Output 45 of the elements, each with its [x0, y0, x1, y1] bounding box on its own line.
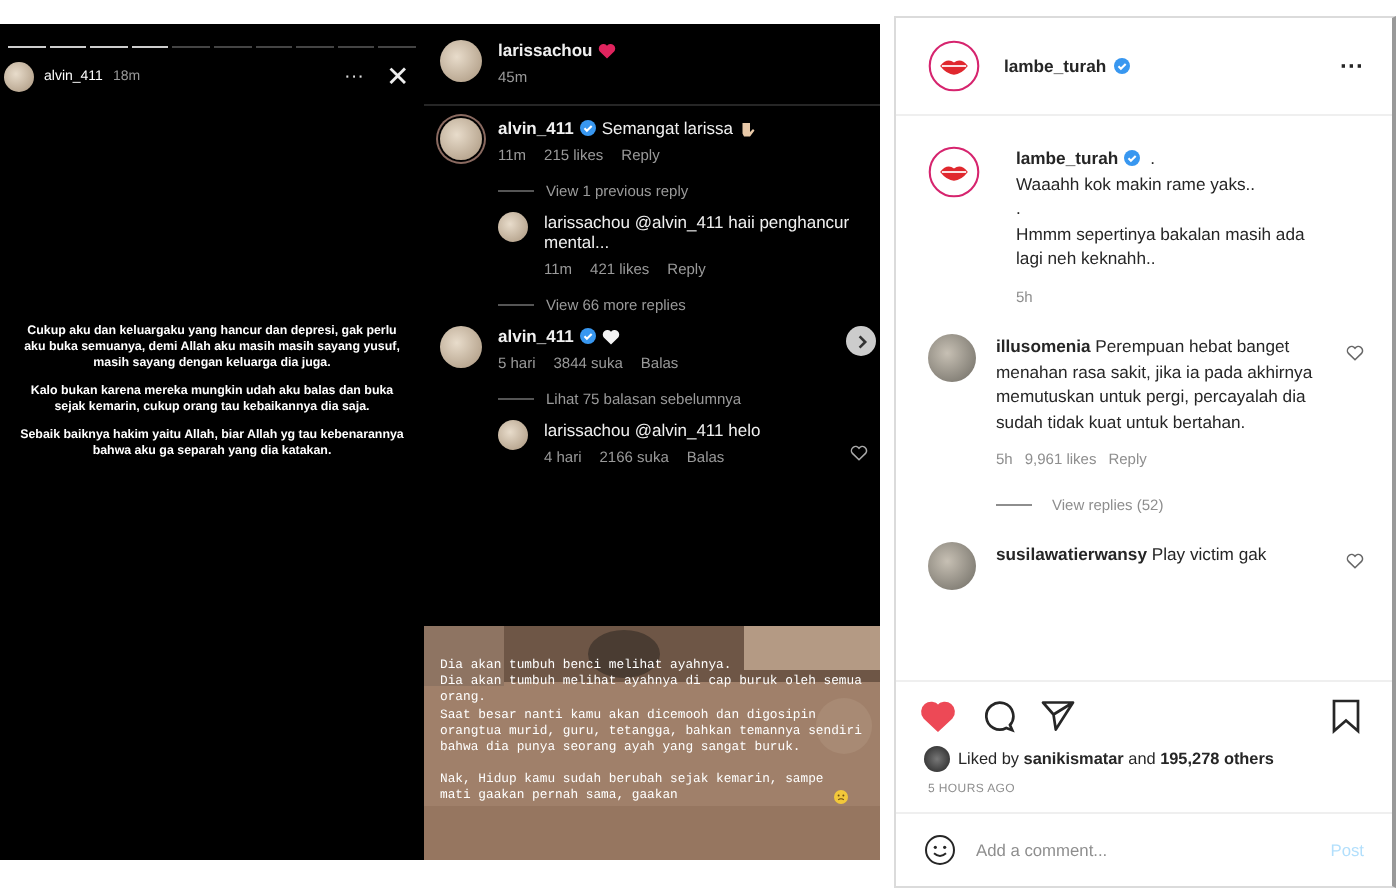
caption-text: . — [1150, 146, 1155, 172]
comment-text: susilawatierwansy Play victim gak — [996, 542, 1269, 568]
avatar — [440, 40, 482, 82]
comment-text: larissachou @alvin_411 haii penghancur mental... — [544, 212, 852, 252]
chevron-right-icon — [853, 333, 869, 349]
avatar[interactable] — [928, 40, 980, 92]
avatar — [924, 746, 950, 772]
avatar — [928, 542, 976, 591]
hand-icon — [738, 119, 757, 137]
avatar — [498, 420, 528, 450]
comment-text: illusomenia Perempuan hebat banget menahan rasa sakit, jika ia pada akhirnya memutuskan untuk pergi, percayalah dia sudah tidak kuat untuk bertahan. — [996, 333, 1315, 435]
heart-icon[interactable] — [1346, 343, 1364, 362]
heart-icon[interactable] — [920, 698, 956, 734]
avatar[interactable] — [928, 146, 980, 198]
close-button[interactable]: ✕ — [380, 60, 416, 92]
username[interactable]: alvin_411 — [498, 118, 574, 138]
username[interactable]: lambe_turah — [1016, 148, 1119, 169]
username[interactable]: lambe_turah — [1004, 56, 1107, 76]
caption-text: Waaahh kok makin rame yaks.. — [1016, 171, 1258, 197]
likes-text: Liked by sanikismatar and 195,278 others — [958, 750, 1274, 768]
avatar — [440, 118, 482, 160]
more-button[interactable]: ··· — [1340, 52, 1364, 80]
comment-text: Semangat larissa — [601, 118, 733, 138]
username[interactable]: larissachou — [498, 40, 593, 60]
heart-icon — [601, 327, 620, 345]
verified-badge-icon — [579, 328, 596, 344]
send-icon[interactable] — [1040, 698, 1076, 734]
more-button[interactable]: ··· — [338, 65, 370, 87]
heart-icon — [598, 41, 617, 59]
heart-icon[interactable] — [850, 444, 868, 462]
heart-icon[interactable] — [1346, 552, 1364, 571]
emoji-icon[interactable] — [924, 834, 956, 866]
bookmark-icon[interactable] — [1328, 698, 1364, 734]
avatar — [498, 212, 528, 242]
verified-badge-icon — [579, 120, 596, 136]
avatar — [4, 61, 34, 91]
caption-text: Hmmm sepertinya bakalan masih ada lagi neh keknahh.. — [1016, 221, 1307, 272]
crying-face-icon — [834, 789, 848, 804]
username[interactable]: alvin_411 — [498, 326, 574, 346]
comment-icon[interactable] — [980, 698, 1016, 734]
caption-text: . — [1016, 196, 1023, 222]
comment-text: larissachou @alvin_411 helo — [544, 420, 763, 440]
avatar — [928, 333, 976, 382]
next-button[interactable] — [846, 326, 876, 356]
avatar — [440, 326, 482, 368]
